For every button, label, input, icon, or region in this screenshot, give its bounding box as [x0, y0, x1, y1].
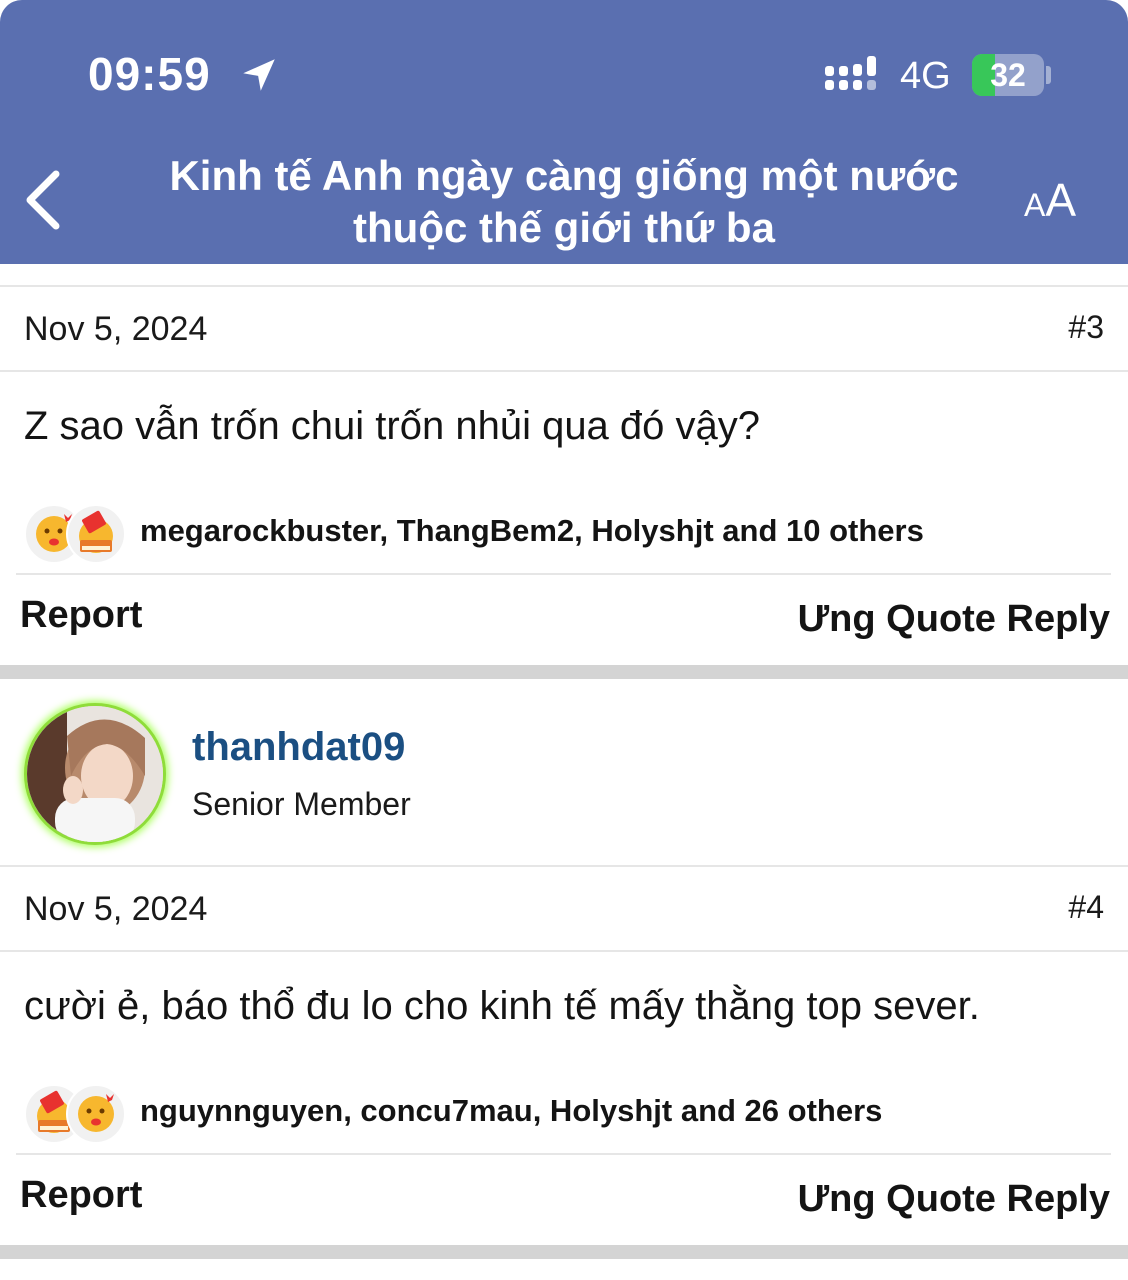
avatar[interactable] [24, 703, 166, 845]
battery-tip [1046, 66, 1051, 84]
reply-button[interactable]: Reply [1007, 1178, 1110, 1220]
divider [0, 285, 1128, 287]
author-username[interactable]: thanhdat09 [192, 722, 405, 772]
reaction-users[interactable]: nguynnguyen, concu7mau, Holyshjt and 26 … [140, 1091, 882, 1131]
reply-button[interactable]: Reply [1007, 598, 1110, 640]
post-actions: Ưng Quote Reply [798, 596, 1110, 642]
ung-button[interactable]: Ưng [798, 1178, 876, 1220]
thread-title: Kinh tế Anh ngày càng giống một nước thu… [169, 152, 959, 251]
post-actions: Ưng Quote Reply [798, 1176, 1110, 1222]
post-date: Nov 5, 2024 [24, 890, 208, 928]
kiss-emoji-icon [66, 1084, 126, 1144]
divider [0, 865, 1128, 867]
avatar-image [27, 706, 163, 842]
divider [16, 573, 1111, 575]
post-number[interactable]: #4 [1068, 887, 1104, 927]
battery-percent: 32 [990, 57, 1026, 93]
author-title: Senior Member [192, 786, 411, 822]
location-arrow-icon [243, 59, 275, 91]
post-date: Nov 5, 2024 [24, 310, 208, 348]
network-type: 4G [900, 55, 951, 97]
reaction-users[interactable]: megarockbuster, ThangBem2, Holyshjt and … [140, 511, 924, 551]
post-content: cười ẻ, báo thổ đu lo cho kinh tế mấy th… [24, 984, 980, 1028]
divider [0, 950, 1128, 952]
status-time: 09:59 [88, 48, 211, 100]
font-size-small-a: A [1024, 187, 1046, 223]
signal-bars-icon [825, 56, 876, 90]
reaction-icons[interactable] [24, 504, 126, 564]
post-number[interactable]: #3 [1068, 307, 1104, 347]
font-size-button[interactable]: AA [1024, 172, 1076, 233]
divider [0, 370, 1128, 372]
post-separator [0, 665, 1128, 679]
book-emoji-icon [66, 504, 126, 564]
chevron-left-icon[interactable] [20, 168, 66, 232]
battery-charging-icon: 32 [972, 54, 1044, 96]
quote-button[interactable]: Quote [886, 1178, 996, 1220]
font-size-large-a: A [1045, 174, 1077, 226]
divider [16, 1153, 1111, 1155]
quote-button[interactable]: Quote [886, 598, 996, 640]
report-button[interactable]: Report [20, 592, 142, 638]
top-header: 09:59 4G 32 Kinh tế Anh ngày càng giống … [0, 0, 1128, 264]
post-separator [0, 1245, 1128, 1259]
report-button[interactable]: Report [20, 1172, 142, 1218]
ung-button[interactable]: Ưng [798, 598, 876, 640]
reaction-icons[interactable] [24, 1084, 126, 1144]
post-content: Z sao vẫn trốn chui trốn nhủi qua đó vậy… [24, 404, 761, 448]
